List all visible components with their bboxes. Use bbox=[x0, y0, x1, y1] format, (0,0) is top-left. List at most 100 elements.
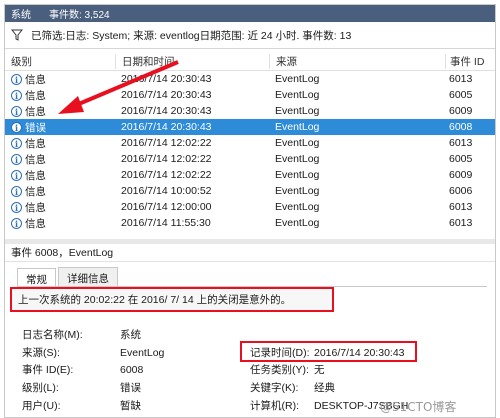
table-row-selected[interactable]: i 错误 2016/7/14 20:30:43 EventLog 6008 bbox=[5, 119, 495, 135]
event-id-cell: 6009 bbox=[449, 169, 473, 181]
level-text: 信息 bbox=[25, 137, 46, 150]
events-table: 级别 日期和时间 来源 事件 ID i 信息 2016/7/14 20:30:43 E… bbox=[5, 52, 495, 238]
level-value: 错误 bbox=[120, 382, 141, 394]
table-row[interactable]: i 信息 2016/7/14 11:55:30 EventLog 6013 bbox=[5, 215, 495, 231]
level-text: 信息 bbox=[25, 105, 46, 118]
datetime-cell: 2016/7/14 12:00:00 bbox=[121, 201, 212, 213]
event-id-label: 事件 ID(E): bbox=[22, 364, 74, 376]
event-message-box: 上一次系统的 20:02:22 在 2016/ 7/ 14 上的关闭是意外的。 bbox=[10, 287, 334, 312]
event-id-cell: 6009 bbox=[449, 105, 473, 117]
column-header-level[interactable]: 级别 bbox=[5, 54, 115, 69]
error-icon: i bbox=[11, 121, 22, 133]
filter-text: 已筛选:日志: System; 来源: eventlog日期范围: 近 24 小… bbox=[31, 29, 352, 42]
table-row[interactable]: i 信息 2016/7/14 12:02:22 EventLog 6013 bbox=[5, 135, 495, 151]
source-cell: EventLog bbox=[275, 105, 320, 117]
event-id-cell: 6005 bbox=[449, 153, 473, 165]
level-cell: i 信息 bbox=[5, 136, 115, 151]
level-label: 级别(L): bbox=[22, 382, 59, 394]
event-message: 上一次系统的 20:02:22 在 2016/ 7/ 14 上的关闭是意外的。 bbox=[18, 294, 292, 306]
source-value: EventLog bbox=[120, 347, 165, 359]
filter-icon bbox=[11, 29, 23, 41]
datetime-cell: 2016/7/14 20:30:43 bbox=[121, 89, 212, 101]
logged-time-highlight bbox=[240, 341, 417, 362]
event-id-cell: 6013 bbox=[449, 201, 473, 213]
level-text: 信息 bbox=[25, 73, 46, 86]
column-header-source[interactable]: 来源 bbox=[269, 53, 445, 69]
source-cell: EventLog bbox=[275, 217, 320, 229]
level-cell: i 信息 bbox=[5, 152, 115, 167]
log-titlebar: 系统 事件数: 3,524 bbox=[5, 5, 495, 22]
event-id-cell: 6013 bbox=[449, 217, 473, 229]
datetime-cell: 2016/7/14 10:00:52 bbox=[121, 185, 212, 197]
table-body: i 信息 2016/7/14 20:30:43 EventLog 6013 i 信息 2016… bbox=[5, 71, 495, 231]
source-cell: EventLog bbox=[275, 73, 320, 85]
table-row[interactable]: i 信息 2016/7/14 12:02:22 EventLog 6005 bbox=[5, 151, 495, 167]
source-cell: EventLog bbox=[275, 153, 320, 165]
datetime-cell: 2016/7/14 12:02:22 bbox=[121, 169, 212, 181]
table-row[interactable]: i 信息 2016/7/14 12:02:22 EventLog 6009 bbox=[5, 167, 495, 183]
table-row[interactable]: i 信息 2016/7/14 20:30:43 EventLog 6013 bbox=[5, 71, 495, 87]
event-id-value: 6008 bbox=[120, 364, 144, 376]
computer-label: 计算机(R): bbox=[250, 400, 299, 412]
info-icon: i bbox=[11, 201, 22, 213]
keywords-value: 经典 bbox=[314, 382, 335, 394]
blog-watermark: @51CTO博客 bbox=[380, 400, 457, 414]
detail-title: 事件 6008，EventLog bbox=[5, 244, 495, 262]
log-name-value: 系统 bbox=[120, 329, 141, 341]
source-label: 来源(S): bbox=[22, 347, 60, 359]
task-label: 任务类别(Y): bbox=[250, 364, 309, 376]
event-id-cell: 6006 bbox=[449, 185, 473, 197]
info-icon: i bbox=[11, 89, 22, 101]
level-text: 信息 bbox=[25, 169, 46, 182]
event-id-cell: 6013 bbox=[449, 73, 473, 85]
datetime-cell: 2016/7/14 12:02:22 bbox=[121, 137, 212, 149]
level-cell: i 信息 bbox=[5, 200, 115, 215]
event-id-cell: 6013 bbox=[449, 137, 473, 149]
level-cell: i 信息 bbox=[5, 88, 115, 103]
level-text: 信息 bbox=[25, 201, 46, 214]
info-icon: i bbox=[11, 169, 22, 181]
datetime-cell: 2016/7/14 11:55:30 bbox=[121, 217, 211, 229]
log-name: 系统 bbox=[11, 10, 31, 21]
event-id-cell: 6005 bbox=[449, 89, 473, 101]
datetime-cell: 2016/7/14 20:30:43 bbox=[121, 73, 212, 85]
user-label: 用户(U): bbox=[22, 400, 61, 412]
level-cell: i 信息 bbox=[5, 168, 115, 183]
info-icon: i bbox=[11, 137, 22, 149]
datetime-cell: 2016/7/14 20:30:43 bbox=[121, 105, 212, 117]
datetime-cell: 2016/7/14 20:30:43 bbox=[121, 121, 212, 133]
table-header: 级别 日期和时间 来源 事件 ID bbox=[5, 52, 495, 71]
column-header-event-id[interactable]: 事件 ID bbox=[445, 53, 495, 69]
column-header-datetime[interactable]: 日期和时间 bbox=[115, 53, 269, 69]
level-cell: i 信息 bbox=[5, 72, 115, 87]
source-cell: EventLog bbox=[275, 201, 320, 213]
keywords-label: 关键字(K): bbox=[250, 382, 299, 394]
table-row[interactable]: i 信息 2016/7/14 20:30:43 EventLog 6005 bbox=[5, 87, 495, 103]
source-cell: EventLog bbox=[275, 89, 320, 101]
level-cell: i 信息 bbox=[5, 216, 115, 231]
level-cell: i 信息 bbox=[5, 184, 115, 199]
log-name-label: 日志名称(M): bbox=[22, 329, 83, 341]
source-cell: EventLog bbox=[275, 121, 320, 133]
task-value: 无 bbox=[314, 364, 325, 376]
table-row[interactable]: i 信息 2016/7/14 10:00:52 EventLog 6006 bbox=[5, 183, 495, 199]
source-cell: EventLog bbox=[275, 185, 320, 197]
table-row[interactable]: i 信息 2016/7/14 20:30:43 EventLog 6009 bbox=[5, 103, 495, 119]
info-icon: i bbox=[11, 153, 22, 165]
level-text: 信息 bbox=[25, 89, 46, 102]
source-cell: EventLog bbox=[275, 169, 320, 181]
level-text: 信息 bbox=[25, 185, 46, 198]
user-value: 暂缺 bbox=[120, 400, 141, 412]
info-icon: i bbox=[11, 105, 22, 117]
event-id-cell: 6008 bbox=[449, 121, 473, 133]
info-icon: i bbox=[11, 73, 22, 85]
source-cell: EventLog bbox=[275, 137, 320, 149]
datetime-cell: 2016/7/14 12:02:22 bbox=[121, 153, 212, 165]
level-text: 信息 bbox=[25, 153, 46, 166]
table-row[interactable]: i 信息 2016/7/14 12:00:00 EventLog 6013 bbox=[5, 199, 495, 215]
info-icon: i bbox=[11, 217, 22, 229]
level-cell: i 信息 bbox=[5, 104, 115, 119]
event-count: 事件数: 3,524 bbox=[49, 10, 110, 21]
level-text: 信息 bbox=[25, 217, 46, 230]
info-icon: i bbox=[11, 185, 22, 197]
